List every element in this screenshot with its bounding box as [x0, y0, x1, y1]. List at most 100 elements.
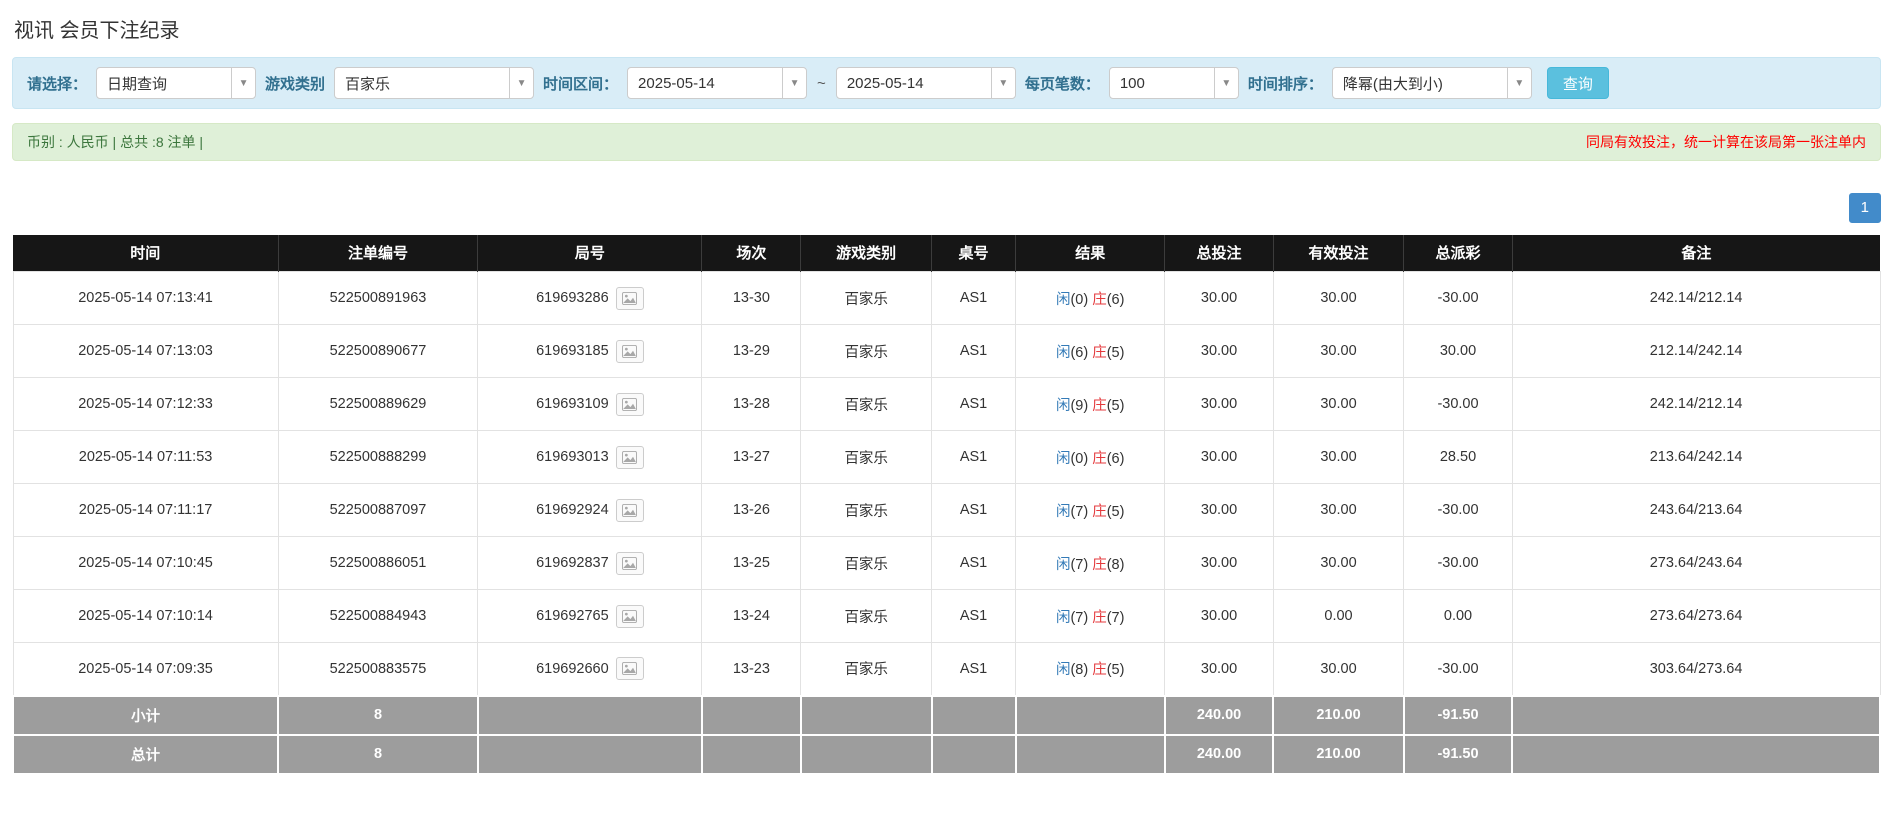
cell-session: 13-27: [701, 430, 802, 484]
round-replay-button[interactable]: [615, 657, 644, 681]
round-id: 619692837: [536, 555, 609, 571]
cell-game-type: 百家乐: [800, 642, 933, 696]
cell-result: 闲(7) 庄(5): [1015, 483, 1166, 537]
cell-game-type: 百家乐: [800, 536, 933, 590]
result-player: 闲(8): [1055, 662, 1089, 679]
cell-round: 619693013: [477, 430, 703, 484]
table-row: 2025-05-14 07:10:45 522500886051 619692837…: [12, 536, 1881, 590]
cell-game-type: 百家乐: [800, 271, 933, 325]
cell-session: 13-30: [701, 271, 802, 325]
page-title: 视讯 会员下注纪录: [14, 20, 180, 42]
cell-time: 2025-05-14 07:11:17: [12, 483, 279, 537]
round-replay-button[interactable]: [615, 392, 644, 416]
cell-round: 619692924: [477, 483, 703, 537]
round-replay-button[interactable]: [615, 604, 644, 628]
column-header: 游戏类别: [800, 234, 932, 272]
cell-bet-id: 522500890677: [277, 324, 479, 378]
replay-image-icon: [622, 344, 638, 358]
column-header: 场次: [701, 234, 801, 272]
round-replay-button[interactable]: [615, 551, 644, 575]
result-player: 闲(7): [1055, 556, 1089, 573]
cell-round: 619693109: [477, 377, 703, 431]
result-player: 闲(7): [1055, 609, 1089, 626]
select-label: 请选择：: [27, 75, 88, 93]
cell-total-bet[interactable]: 30.00: [1164, 377, 1274, 431]
cell-time: 2025-05-14 07:11:53: [12, 430, 279, 484]
round-replay-button[interactable]: [615, 445, 644, 469]
cell-time: 2025-05-14 07:13:03: [12, 324, 279, 378]
footer-empty: [700, 694, 802, 736]
date-from-select[interactable]: 2025-05-14 ▼: [627, 67, 808, 99]
page: 视讯 会员下注纪录 请选择： 日期查询 ▼ 游戏类别 百家乐 ▼ 时间区间： 2…: [0, 0, 1893, 775]
table-row: 2025-05-14 07:13:41 522500891963 619693286…: [12, 271, 1881, 325]
cell-total-bet[interactable]: 30.00: [1164, 589, 1274, 643]
cell-table-no: AS1: [931, 536, 1017, 590]
footer-payout: -91.50: [1402, 733, 1514, 775]
game-type-select[interactable]: 百家乐 ▼: [334, 67, 535, 99]
footer-empty: [1014, 694, 1166, 736]
result-player: 闲(0): [1055, 291, 1089, 308]
time-range-label: 时间区间：: [543, 75, 619, 93]
round-replay-button[interactable]: [615, 286, 644, 310]
round-replay-button[interactable]: [615, 498, 644, 522]
cell-note: 242.14/212.14: [1511, 271, 1881, 325]
page-1-button[interactable]: 1: [1848, 193, 1881, 223]
cell-valid-bet: 30.00: [1272, 430, 1405, 484]
result-banker: 庄(7): [1092, 609, 1125, 626]
cell-total-bet[interactable]: 30.00: [1164, 642, 1274, 696]
date-to-value: 2025-05-14: [846, 74, 924, 92]
page-size-value: 100: [1119, 74, 1145, 92]
query-type-select[interactable]: 日期查询 ▼: [96, 67, 257, 99]
round-replay-button[interactable]: [615, 339, 644, 363]
column-header: 备注: [1511, 234, 1880, 272]
replay-image-icon: [622, 609, 638, 623]
cell-total-bet[interactable]: 30.00: [1164, 483, 1274, 537]
search-button[interactable]: 查询: [1546, 67, 1609, 99]
date-to-select[interactable]: 2025-05-14 ▼: [835, 67, 1016, 99]
cell-total-bet[interactable]: 30.00: [1164, 430, 1274, 484]
cell-total-bet[interactable]: 30.00: [1164, 536, 1274, 590]
sort-value: 降幂(由大到小): [1342, 75, 1443, 93]
column-header: 结果: [1015, 234, 1165, 272]
cell-bet-id: 522500884943: [277, 589, 479, 643]
table-header-row: 时间 注单编号 局号 场次 游戏类别 桌号 结果 总投注 有效投注 总派彩 备注: [13, 234, 1880, 272]
cell-bet-id: 522500887097: [277, 483, 479, 537]
valid-bet-notice: 同局有效投注，统一计算在该局第一张注单内: [1586, 134, 1866, 150]
caret-down-icon: ▼: [1506, 68, 1531, 98]
cell-payout: -30.00: [1403, 642, 1513, 696]
cell-bet-id: 522500886051: [277, 536, 479, 590]
table-row: 2025-05-14 07:11:53 522500888299 619693013…: [12, 430, 1881, 484]
cell-time: 2025-05-14 07:13:41: [12, 271, 279, 325]
footer-label: 小计: [11, 694, 280, 736]
cell-game-type: 百家乐: [800, 430, 933, 484]
cell-total-bet[interactable]: 30.00: [1164, 324, 1274, 378]
cell-payout: 30.00: [1403, 324, 1513, 378]
page-size-select[interactable]: 100 ▼: [1108, 67, 1239, 99]
cell-valid-bet: 30.00: [1272, 377, 1405, 431]
cell-result: 闲(9) 庄(5): [1015, 377, 1166, 431]
footer-empty: [799, 733, 933, 775]
footer-total-bet: 240.00: [1163, 733, 1275, 775]
footer-empty: [1511, 694, 1881, 736]
round-id: 619693185: [536, 343, 609, 359]
cell-note: 303.64/273.64: [1511, 642, 1881, 696]
cell-table-no: AS1: [931, 271, 1017, 325]
cell-valid-bet: 30.00: [1272, 324, 1405, 378]
cell-table-no: AS1: [931, 377, 1017, 431]
cell-note: 242.14/212.14: [1511, 377, 1881, 431]
footer-valid-bet: 210.00: [1272, 694, 1405, 736]
subtotal-row: 小计 8 240.00 210.00 -91.50: [11, 694, 1881, 736]
cell-note: 213.64/242.14: [1511, 430, 1881, 484]
cell-total-bet[interactable]: 30.00: [1164, 271, 1274, 325]
result-player: 闲(6): [1055, 344, 1089, 361]
sort-select[interactable]: 降幂(由大到小) ▼: [1331, 67, 1532, 99]
pagination: 1: [12, 193, 1881, 223]
page-size-label: 每页笔数：: [1024, 75, 1100, 93]
result-banker: 庄(5): [1092, 503, 1125, 520]
date-from-value: 2025-05-14: [638, 74, 715, 92]
column-header: 注单编号: [277, 234, 478, 272]
cell-game-type: 百家乐: [800, 589, 933, 643]
game-type-label: 游戏类别: [265, 75, 326, 93]
cell-valid-bet: 30.00: [1272, 536, 1405, 590]
round-id: 619692765: [536, 608, 609, 624]
